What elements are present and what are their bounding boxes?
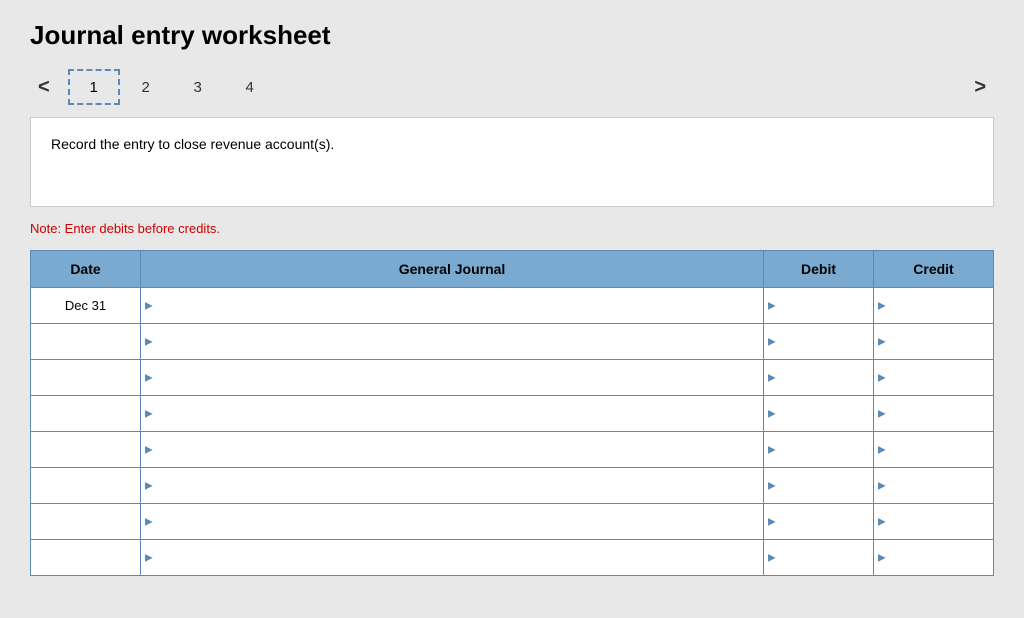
cell-credit-5[interactable] [874,468,994,504]
table-row [31,324,994,360]
table-row [31,396,994,432]
cell-credit-2[interactable] [874,360,994,396]
cell-journal-0[interactable] [141,288,764,324]
input-journal-7[interactable] [141,546,763,569]
input-date-6[interactable] [39,510,132,533]
cell-credit-7[interactable] [874,540,994,576]
cell-journal-7[interactable] [141,540,764,576]
cell-debit-4[interactable] [764,432,874,468]
cell-debit-3[interactable] [764,396,874,432]
cell-journal-5[interactable] [141,468,764,504]
table-row [31,432,994,468]
navigation-row: < 1 2 3 4 > [30,69,994,105]
input-journal-5[interactable] [141,474,763,497]
cell-date-7[interactable] [31,540,141,576]
input-date-4[interactable] [39,438,132,461]
header-debit: Debit [764,251,874,288]
header-journal: General Journal [141,251,764,288]
tab-1[interactable]: 1 [68,69,120,105]
cell-date-2[interactable] [31,360,141,396]
prev-arrow[interactable]: < [30,72,58,103]
cell-date-5[interactable] [31,468,141,504]
input-journal-6[interactable] [141,510,763,533]
input-credit-2[interactable] [874,366,993,389]
cell-date-3[interactable] [31,396,141,432]
table-row [31,360,994,396]
table-row [31,288,994,324]
input-debit-7[interactable] [764,546,873,569]
cell-debit-5[interactable] [764,468,874,504]
input-debit-2[interactable] [764,366,873,389]
input-debit-0[interactable] [764,294,873,317]
input-journal-2[interactable] [141,366,763,389]
instruction-box: Record the entry to close revenue accoun… [30,117,994,207]
cell-debit-2[interactable] [764,360,874,396]
cell-date-0[interactable] [31,288,141,324]
page-title: Journal entry worksheet [30,20,994,51]
cell-journal-6[interactable] [141,504,764,540]
input-date-3[interactable] [39,402,132,425]
cell-journal-4[interactable] [141,432,764,468]
cell-debit-6[interactable] [764,504,874,540]
input-journal-1[interactable] [141,330,763,353]
input-date-5[interactable] [39,474,132,497]
input-date-1[interactable] [39,330,132,353]
input-credit-7[interactable] [874,546,993,569]
cell-credit-4[interactable] [874,432,994,468]
input-debit-4[interactable] [764,438,873,461]
cell-journal-1[interactable] [141,324,764,360]
table-row [31,504,994,540]
next-arrow[interactable]: > [966,72,994,103]
input-debit-1[interactable] [764,330,873,353]
header-credit: Credit [874,251,994,288]
table-row [31,540,994,576]
input-date-0[interactable] [39,294,132,317]
cell-journal-3[interactable] [141,396,764,432]
table-row [31,468,994,504]
tab-4[interactable]: 4 [224,69,276,105]
input-date-2[interactable] [39,366,132,389]
input-credit-3[interactable] [874,402,993,425]
cell-credit-1[interactable] [874,324,994,360]
input-date-7[interactable] [39,546,132,569]
input-credit-0[interactable] [874,294,993,317]
cell-debit-7[interactable] [764,540,874,576]
tab-group: 1 2 3 4 [68,69,276,105]
cell-date-1[interactable] [31,324,141,360]
input-journal-4[interactable] [141,438,763,461]
cell-credit-0[interactable] [874,288,994,324]
tab-3[interactable]: 3 [172,69,224,105]
input-credit-5[interactable] [874,474,993,497]
cell-credit-3[interactable] [874,396,994,432]
input-credit-6[interactable] [874,510,993,533]
input-debit-5[interactable] [764,474,873,497]
cell-debit-0[interactable] [764,288,874,324]
input-debit-3[interactable] [764,402,873,425]
tab-2[interactable]: 2 [120,69,172,105]
input-credit-4[interactable] [874,438,993,461]
journal-table: Date General Journal Debit Credit [30,250,994,576]
cell-date-4[interactable] [31,432,141,468]
input-debit-6[interactable] [764,510,873,533]
cell-journal-2[interactable] [141,360,764,396]
header-date: Date [31,251,141,288]
cell-credit-6[interactable] [874,504,994,540]
instruction-text: Record the entry to close revenue accoun… [51,136,334,152]
cell-date-6[interactable] [31,504,141,540]
note-text: Note: Enter debits before credits. [30,221,994,236]
input-credit-1[interactable] [874,330,993,353]
input-journal-0[interactable] [141,294,763,317]
cell-debit-1[interactable] [764,324,874,360]
input-journal-3[interactable] [141,402,763,425]
